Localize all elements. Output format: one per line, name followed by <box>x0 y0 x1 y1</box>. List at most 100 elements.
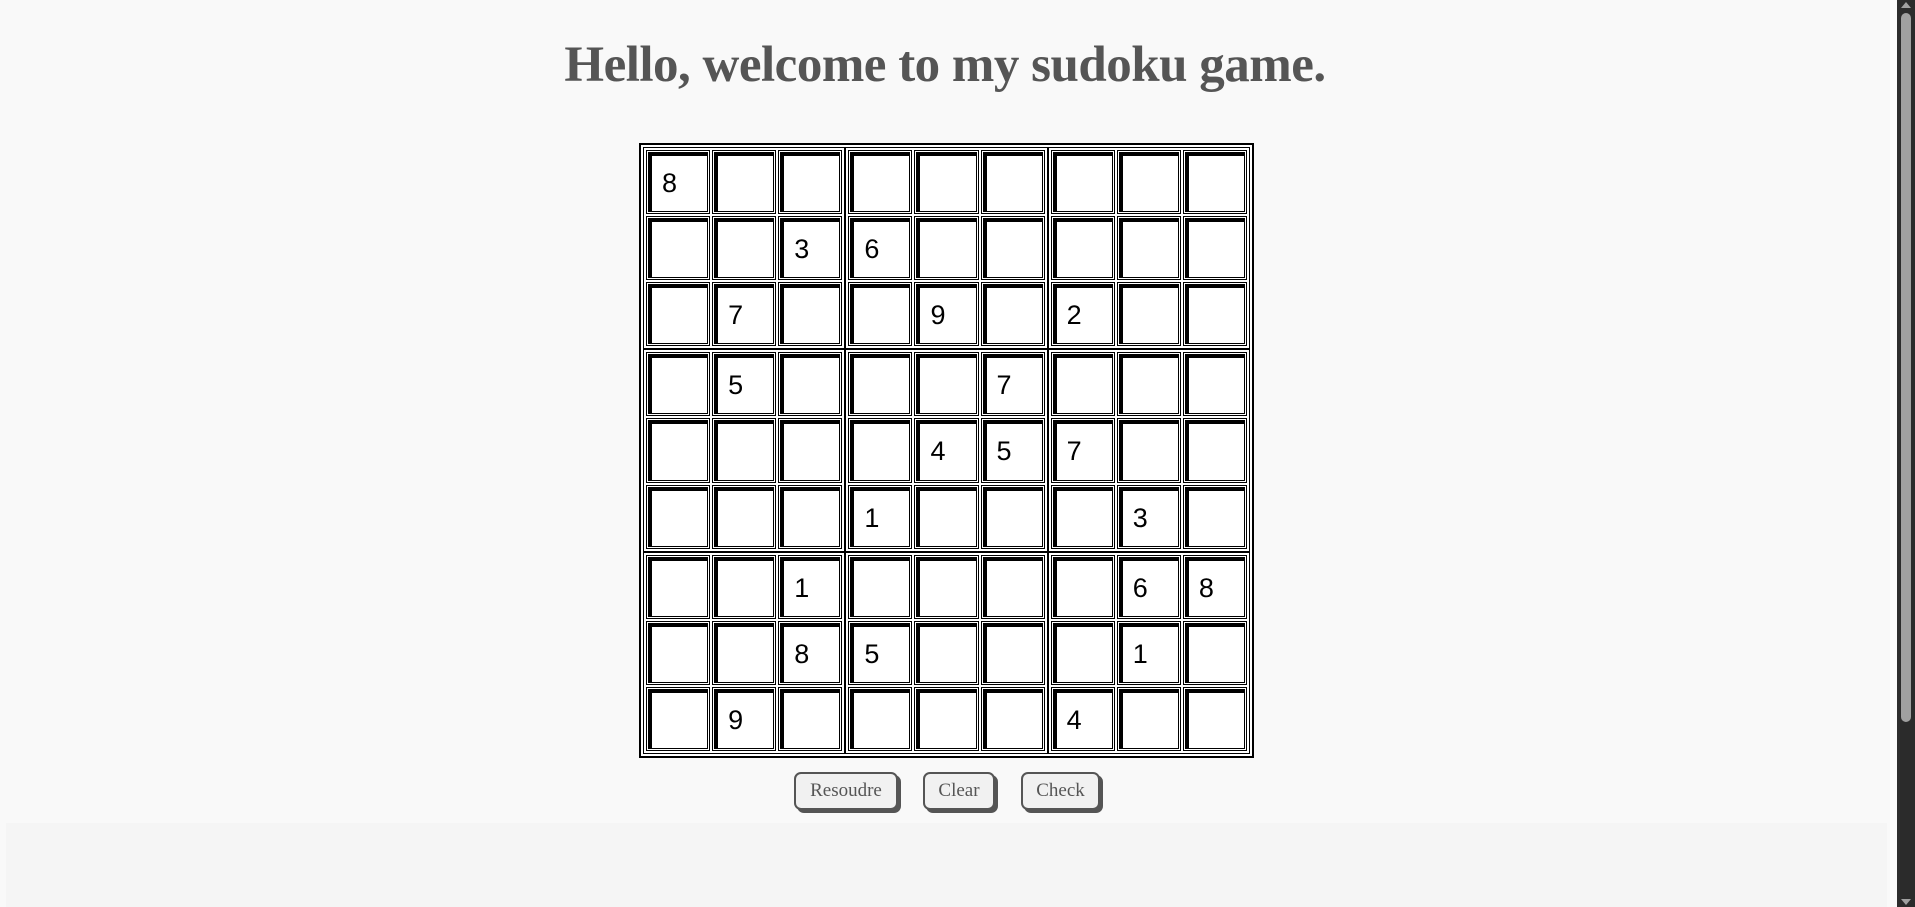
cell-input[interactable] <box>916 218 977 279</box>
cell-input[interactable] <box>1052 284 1113 345</box>
cell-input[interactable] <box>850 556 911 617</box>
cell-input[interactable] <box>780 420 841 481</box>
cell-input[interactable] <box>916 486 977 547</box>
cell-input[interactable] <box>982 556 1043 617</box>
cell-input[interactable] <box>780 556 841 617</box>
footer-area <box>6 823 1887 907</box>
cell-input[interactable] <box>1118 688 1179 749</box>
cell-input[interactable] <box>916 152 977 213</box>
cell-input[interactable] <box>714 622 775 683</box>
cell-input[interactable] <box>1184 556 1245 617</box>
cell-input[interactable] <box>850 354 911 415</box>
cell-input[interactable] <box>1118 556 1179 617</box>
sudoku-cell <box>1116 352 1181 417</box>
cell-input[interactable] <box>780 486 841 547</box>
cell-input[interactable] <box>916 688 977 749</box>
cell-input[interactable] <box>714 218 775 279</box>
cell-input[interactable] <box>850 152 911 213</box>
cell-input[interactable] <box>916 284 977 345</box>
cell-input[interactable] <box>982 486 1043 547</box>
cell-input[interactable] <box>1052 622 1113 683</box>
cell-input[interactable] <box>780 688 841 749</box>
cell-input[interactable] <box>1184 688 1245 749</box>
cell-input[interactable] <box>780 622 841 683</box>
sudoku-cell <box>646 418 711 483</box>
cell-input[interactable] <box>982 218 1043 279</box>
sudoku-cell <box>980 620 1045 685</box>
cell-input[interactable] <box>916 556 977 617</box>
cell-input[interactable] <box>1052 354 1113 415</box>
check-button[interactable]: Check <box>1021 772 1100 810</box>
cell-input[interactable] <box>648 556 709 617</box>
cell-input[interactable] <box>850 622 911 683</box>
sudoku-cell <box>1116 282 1181 347</box>
cell-input[interactable] <box>648 486 709 547</box>
scroll-up-arrow-icon[interactable] <box>1901 2 1911 8</box>
cell-input[interactable] <box>1052 152 1113 213</box>
cell-input[interactable] <box>1184 218 1245 279</box>
cell-input[interactable] <box>714 420 775 481</box>
cell-input[interactable] <box>850 284 911 345</box>
cell-input[interactable] <box>1052 486 1113 547</box>
cell-input[interactable] <box>714 486 775 547</box>
cell-input[interactable] <box>780 152 841 213</box>
vertical-scrollbar[interactable] <box>1897 0 1915 907</box>
cell-input[interactable] <box>1118 622 1179 683</box>
cell-input[interactable] <box>1118 218 1179 279</box>
cell-input[interactable] <box>1118 420 1179 481</box>
cell-input[interactable] <box>916 354 977 415</box>
cell-input[interactable] <box>850 688 911 749</box>
cell-input[interactable] <box>1118 284 1179 345</box>
cell-input[interactable] <box>648 420 709 481</box>
cell-input[interactable] <box>714 354 775 415</box>
scroll-down-arrow-icon[interactable] <box>1901 899 1911 905</box>
cell-input[interactable] <box>1052 420 1113 481</box>
cell-input[interactable] <box>648 284 709 345</box>
cell-input[interactable] <box>1052 688 1113 749</box>
sudoku-box <box>845 147 1048 350</box>
cell-input[interactable] <box>982 152 1043 213</box>
cell-input[interactable] <box>1118 486 1179 547</box>
clear-button[interactable]: Clear <box>923 772 995 810</box>
cell-input[interactable] <box>982 284 1043 345</box>
sudoku-cell <box>914 418 979 483</box>
cell-input[interactable] <box>1052 218 1113 279</box>
cell-input[interactable] <box>780 284 841 345</box>
cell-input[interactable] <box>850 218 911 279</box>
cell-input[interactable] <box>1052 556 1113 617</box>
cell-input[interactable] <box>1184 152 1245 213</box>
cell-input[interactable] <box>982 354 1043 415</box>
cell-input[interactable] <box>916 420 977 481</box>
sudoku-cell <box>914 686 979 751</box>
cell-input[interactable] <box>714 688 775 749</box>
cell-input[interactable] <box>850 420 911 481</box>
cell-input[interactable] <box>648 688 709 749</box>
cell-input[interactable] <box>1118 152 1179 213</box>
cell-input[interactable] <box>1184 622 1245 683</box>
cell-input[interactable] <box>1184 420 1245 481</box>
sudoku-cell <box>778 620 843 685</box>
cell-input[interactable] <box>780 354 841 415</box>
cell-input[interactable] <box>714 556 775 617</box>
cell-input[interactable] <box>648 152 709 213</box>
cell-input[interactable] <box>982 622 1043 683</box>
cell-input[interactable] <box>780 218 841 279</box>
cell-input[interactable] <box>714 152 775 213</box>
cell-input[interactable] <box>1184 284 1245 345</box>
cell-input[interactable] <box>714 284 775 345</box>
cell-input[interactable] <box>982 420 1043 481</box>
cell-input[interactable] <box>648 354 709 415</box>
scrollbar-thumb[interactable] <box>1901 13 1911 722</box>
cell-input[interactable] <box>1184 354 1245 415</box>
solve-button[interactable]: Resoudre <box>794 772 898 810</box>
cell-input[interactable] <box>982 688 1043 749</box>
cell-input[interactable] <box>916 622 977 683</box>
sudoku-box <box>643 551 846 754</box>
sudoku-cell <box>712 352 777 417</box>
cell-input[interactable] <box>1118 354 1179 415</box>
cell-input[interactable] <box>648 218 709 279</box>
cell-input[interactable] <box>1184 486 1245 547</box>
sudoku-cell <box>914 352 979 417</box>
cell-input[interactable] <box>648 622 709 683</box>
cell-input[interactable] <box>850 486 911 547</box>
